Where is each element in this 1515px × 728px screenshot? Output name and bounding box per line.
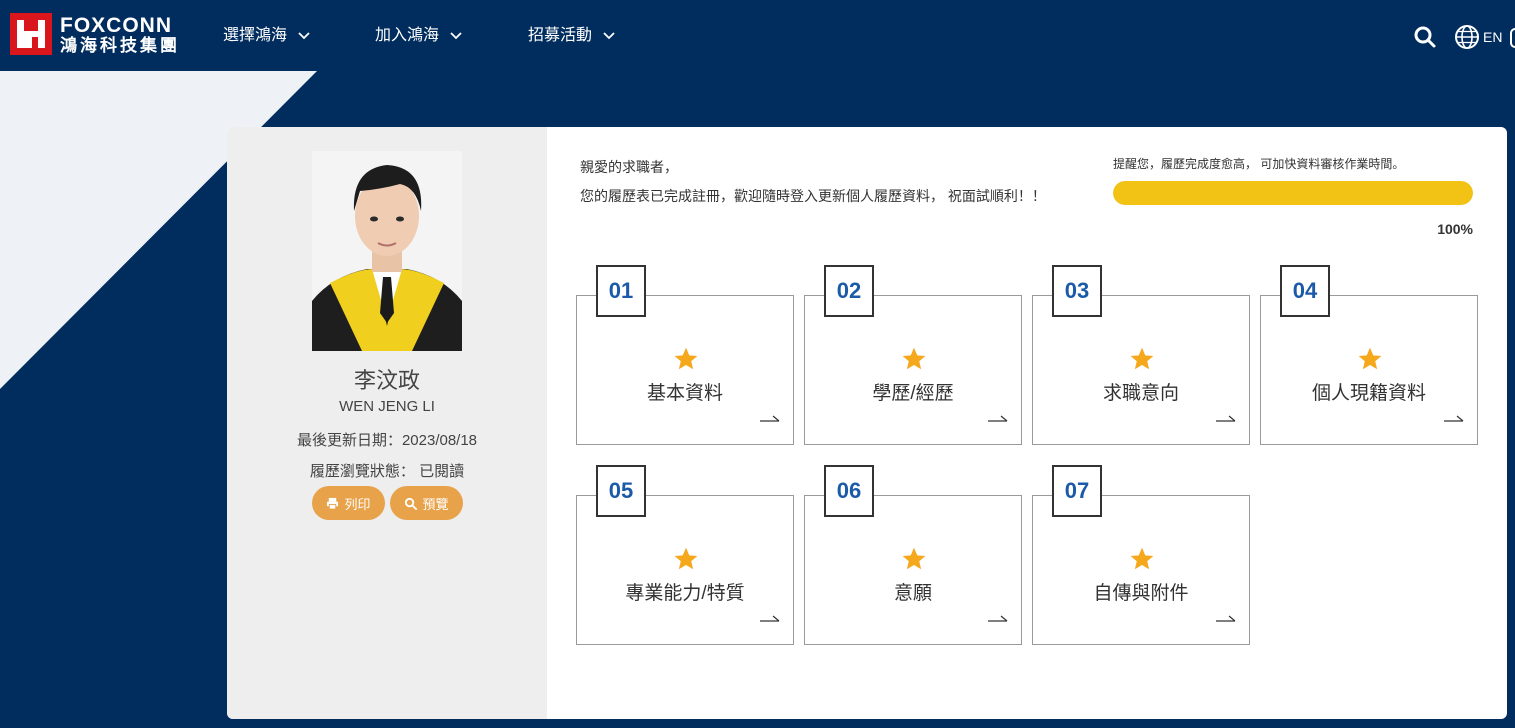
profile-panel: 李汶政 WEN JENG LI 最後更新日期：2023/08/18 履歷瀏覽狀態…	[227, 127, 547, 719]
section-label: 意願	[893, 583, 932, 604]
chevron-down-icon	[450, 32, 462, 40]
foxconn-logo[interactable]: FOXCONN 鴻海科技集團	[10, 12, 190, 58]
printer-icon	[327, 497, 339, 510]
print-button-label: 列印	[344, 496, 371, 512]
nav-item-label: 招募活動	[528, 27, 593, 44]
completion-percent: 100%	[1437, 221, 1473, 237]
section-tile-education[interactable]: 02 學歷/經歷	[804, 265, 1022, 445]
section-number: 06	[824, 465, 874, 517]
globe-icon	[1455, 25, 1479, 49]
nav-item-label: 選擇鴻海	[223, 27, 288, 44]
arrow-right-icon	[1444, 415, 1464, 422]
section-label: 自傳與附件	[1093, 583, 1189, 604]
star-icon	[674, 547, 698, 570]
section-number: 03	[1052, 265, 1102, 317]
progress-reminder: 提醒您，履歷完成度愈高， 可加快資料審核作業時間。	[1113, 157, 1405, 171]
resume-card: 李汶政 WEN JENG LI 最後更新日期：2023/08/18 履歷瀏覽狀態…	[227, 127, 1507, 719]
search-icon	[405, 497, 418, 510]
star-icon	[1358, 347, 1382, 370]
star-icon	[674, 347, 698, 370]
section-label: 專業能力/特質	[625, 583, 745, 604]
nav-item-recruit-events[interactable]: 招募活動	[528, 24, 616, 48]
user-icon[interactable]	[1510, 28, 1515, 48]
section-number: 05	[596, 465, 646, 517]
section-label: 學歷/經歷	[872, 383, 954, 404]
star-icon	[1130, 547, 1154, 570]
section-label: 個人現籍資料	[1311, 383, 1426, 404]
completion-progress-bar	[1113, 181, 1473, 205]
section-tile-willingness[interactable]: 06 意願	[804, 465, 1022, 645]
section-tile-skills[interactable]: 05 專業能力/特質	[576, 465, 794, 645]
search-button[interactable]	[1413, 25, 1437, 49]
preview-button[interactable]: 預覽	[390, 486, 463, 520]
chevron-down-icon	[603, 32, 615, 40]
logo-mark-icon	[10, 13, 52, 55]
logo-text-en: FOXCONN	[60, 14, 172, 37]
arrow-right-icon	[1216, 615, 1236, 622]
greeting-line-1: 親愛的求職者，	[580, 159, 678, 175]
preview-button-label: 預覽	[422, 496, 449, 512]
arrow-right-icon	[760, 615, 780, 622]
arrow-right-icon	[1216, 415, 1236, 422]
star-icon	[902, 547, 926, 570]
section-tile-basic-info[interactable]: 01 基本資料	[576, 265, 794, 445]
profile-name-en: WEN JENG LI	[339, 398, 435, 415]
top-navigation-bar: FOXCONN 鴻海科技集團 選擇鴻海 加入鴻海 招募活動 EN	[0, 0, 1515, 71]
section-number: 04	[1280, 265, 1330, 317]
chevron-down-icon	[298, 32, 310, 40]
print-button[interactable]: 列印	[312, 486, 385, 520]
section-tile-residence-info[interactable]: 04 個人現籍資料	[1260, 265, 1478, 445]
last-updated-date: 最後更新日期：2023/08/18	[296, 432, 478, 449]
arrow-right-icon	[988, 615, 1008, 622]
star-icon	[1130, 347, 1154, 370]
nav-item-label: 加入鴻海	[375, 27, 440, 44]
profile-photo	[312, 151, 462, 351]
section-tile-job-intention[interactable]: 03 求職意向	[1032, 265, 1250, 445]
arrow-right-icon	[988, 415, 1008, 422]
search-icon	[1414, 26, 1436, 48]
star-icon	[902, 347, 926, 370]
completion-progress-fill	[1113, 181, 1473, 205]
language-switch[interactable]: EN	[1454, 24, 1502, 50]
greeting-line-2: 您的履歷表已完成註冊，歡迎隨時登入更新個人履歷資料， 祝面試順利！！	[580, 188, 1046, 204]
logo-text-zh: 鴻海科技集團	[60, 36, 180, 55]
section-label: 求職意向	[1102, 383, 1179, 404]
section-number: 02	[824, 265, 874, 317]
nav-item-join-foxconn[interactable]: 加入鴻海	[375, 24, 463, 48]
section-tile-autobiography[interactable]: 07 自傳與附件	[1032, 465, 1250, 645]
resume-view-status: 履歷瀏覽狀態： 已閱讀	[309, 463, 465, 480]
language-label: EN	[1483, 29, 1503, 45]
greeting-message: 親愛的求職者， 您的履歷表已完成註冊，歡迎隨時登入更新個人履歷資料， 祝面試順利…	[580, 153, 1080, 211]
profile-actions: 列印 預覽	[312, 486, 463, 520]
nav-item-choose-foxconn[interactable]: 選擇鴻海	[223, 24, 311, 48]
profile-name: 李汶政	[353, 368, 420, 393]
section-number: 07	[1052, 465, 1102, 517]
arrow-right-icon	[760, 415, 780, 422]
section-number: 01	[596, 265, 646, 317]
section-label: 基本資料	[646, 383, 723, 404]
